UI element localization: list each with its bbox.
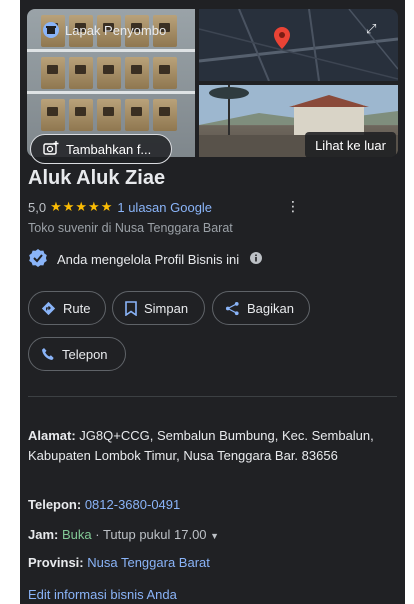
map-place-label: Lapak Penyombo bbox=[43, 22, 166, 38]
closing-time[interactable]: · Tutup pukul 17.00 bbox=[92, 527, 206, 542]
business-title: Aluk Aluk Ziae bbox=[28, 167, 166, 189]
manage-profile-row: Anda mengelola Profil Bisnis ini bbox=[28, 248, 263, 271]
map-pin-icon bbox=[274, 27, 290, 49]
share-button[interactable]: Bagikan bbox=[212, 291, 310, 325]
map-roads bbox=[199, 9, 398, 81]
shelf-row bbox=[27, 97, 195, 135]
rating-value: 5,0 bbox=[28, 199, 47, 215]
hours-row: Jam: Buka · Tutup pukul 17.00 ▼ bbox=[28, 525, 219, 546]
section-divider bbox=[28, 396, 397, 397]
phone-label: Telepon: bbox=[28, 497, 82, 512]
province-link[interactable]: Nusa Tenggara Barat bbox=[87, 555, 210, 570]
business-panel: Lapak Penyombo ⤢ Tambahkan f... Lihat ke… bbox=[20, 0, 405, 604]
phone-row: Telepon: 0812-3680-0491 bbox=[28, 495, 180, 515]
address-label: Alamat: bbox=[28, 428, 76, 443]
hours-label: Jam: bbox=[28, 527, 59, 542]
add-photo-icon bbox=[43, 140, 59, 158]
dropdown-caret-icon[interactable]: ▼ bbox=[210, 531, 219, 541]
more-vert-icon[interactable]: ⋮ bbox=[286, 198, 300, 215]
bookmark-icon bbox=[125, 300, 137, 316]
add-photo-button[interactable]: Tambahkan f... bbox=[30, 134, 172, 164]
directions-icon bbox=[41, 301, 56, 316]
share-icon bbox=[225, 301, 240, 316]
map-thumbnail[interactable] bbox=[199, 9, 398, 81]
expand-icon[interactable]: ⤢ bbox=[366, 21, 376, 37]
photo-gallery: Lapak Penyombo ⤢ Tambahkan f... Lihat ke… bbox=[27, 9, 398, 164]
province-label: Provinsi: bbox=[28, 555, 84, 570]
see-outside-button[interactable]: Lihat ke luar bbox=[305, 132, 396, 158]
save-button[interactable]: Simpan bbox=[112, 291, 205, 325]
verified-badge-icon bbox=[28, 248, 48, 271]
call-button[interactable]: Telepon bbox=[28, 337, 126, 371]
reviews-link[interactable]: 1 ulasan Google bbox=[117, 200, 212, 215]
manage-profile-text: Anda mengelola Profil Bisnis ini bbox=[57, 252, 240, 267]
business-category: Toko suvenir di Nusa Tenggara Barat bbox=[28, 221, 233, 235]
route-button[interactable]: Rute bbox=[28, 291, 106, 325]
phone-link[interactable]: 0812-3680-0491 bbox=[85, 497, 180, 512]
address-value[interactable]: JG8Q+CCG, Sembalun Bumbung, Kec. Sembalu… bbox=[28, 428, 374, 463]
province-row: Provinsi: Nusa Tenggara Barat bbox=[28, 553, 210, 573]
open-status: Buka bbox=[61, 527, 92, 542]
shelf-row bbox=[27, 55, 195, 93]
info-icon[interactable] bbox=[250, 252, 263, 267]
shop-icon bbox=[43, 22, 59, 38]
star-rating-icon: ★★★★★ bbox=[50, 199, 114, 214]
rating-row: 5,0 ★★★★★ 1 ulasan Google bbox=[28, 199, 212, 215]
address-row: Alamat: JG8Q+CCG, Sembalun Bumbung, Kec.… bbox=[28, 426, 393, 466]
phone-icon bbox=[41, 347, 55, 361]
edit-business-info-link[interactable]: Edit informasi bisnis Anda bbox=[28, 587, 177, 602]
